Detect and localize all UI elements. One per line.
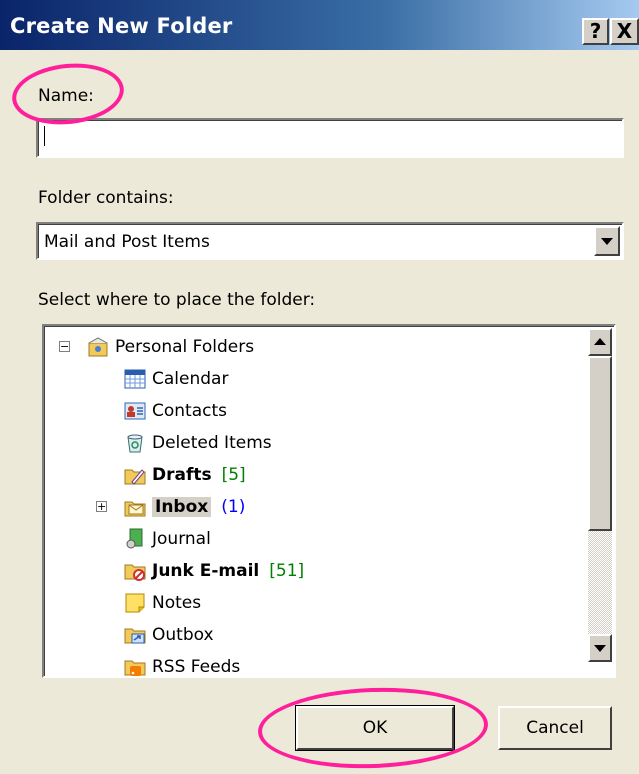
text-caret bbox=[44, 126, 45, 146]
contacts-icon bbox=[124, 400, 146, 422]
tree-item-rss-feeds[interactable]: RSS Feeds bbox=[124, 652, 240, 676]
dialog-title: Create New Folder bbox=[10, 14, 233, 38]
tree-item-label: Deleted Items bbox=[152, 433, 272, 453]
folder-contains-label: Folder contains: bbox=[38, 188, 174, 208]
tree-item-label: Drafts bbox=[152, 465, 212, 485]
tree-item-outbox[interactable]: Outbox bbox=[124, 620, 214, 650]
expand-toggle[interactable]: + bbox=[96, 501, 107, 512]
personal-folders-icon bbox=[87, 336, 109, 358]
close-icon: X bbox=[616, 19, 633, 43]
unread-count: [5] bbox=[221, 465, 246, 485]
rss-feeds-icon bbox=[124, 656, 146, 676]
tree-item-label: Calendar bbox=[152, 369, 229, 389]
help-button[interactable]: ? bbox=[582, 18, 609, 45]
chevron-up-icon bbox=[594, 338, 606, 345]
folder-contains-value: Mail and Post Items bbox=[44, 232, 210, 252]
name-input[interactable] bbox=[36, 118, 624, 158]
folder-tree[interactable]: − Personal Folders Calendar Contacts Del… bbox=[42, 324, 616, 678]
outbox-icon bbox=[124, 624, 146, 646]
folder-tree-content: − Personal Folders Calendar Contacts Del… bbox=[44, 326, 584, 676]
unread-count: (1) bbox=[221, 497, 246, 517]
tree-item-junk-email[interactable]: Junk E-mail [51] bbox=[124, 556, 304, 586]
tree-item-drafts[interactable]: Drafts [5] bbox=[124, 460, 246, 490]
close-button[interactable]: X bbox=[610, 18, 639, 45]
drafts-icon bbox=[124, 464, 146, 486]
scroll-up-button[interactable] bbox=[588, 328, 612, 356]
deleted-items-icon bbox=[124, 432, 146, 454]
annotation-circle-ok bbox=[256, 684, 490, 772]
unread-count: [51] bbox=[269, 561, 305, 581]
folder-contains-dropdown[interactable]: Mail and Post Items bbox=[36, 222, 624, 260]
tree-item-personal-folders[interactable]: Personal Folders bbox=[87, 332, 254, 362]
tree-item-label: Notes bbox=[152, 593, 202, 613]
tree-item-contacts[interactable]: Contacts bbox=[124, 396, 227, 426]
collapse-toggle[interactable]: − bbox=[59, 341, 70, 352]
tree-item-label: Junk E-mail bbox=[152, 561, 260, 581]
tree-item-calendar[interactable]: Calendar bbox=[124, 364, 228, 394]
tree-item-notes[interactable]: Notes bbox=[124, 588, 201, 618]
tree-item-label: Contacts bbox=[152, 401, 227, 421]
tree-item-deleted-items[interactable]: Deleted Items bbox=[124, 428, 272, 458]
notes-icon bbox=[124, 592, 146, 614]
title-bar: Create New Folder bbox=[0, 0, 639, 50]
junk-email-icon bbox=[124, 560, 146, 582]
dropdown-arrow-button[interactable] bbox=[594, 226, 620, 256]
chevron-down-icon bbox=[601, 238, 613, 245]
tree-item-journal[interactable]: Journal bbox=[124, 524, 211, 554]
tree-item-label: Inbox bbox=[152, 497, 212, 517]
tree-item-label: Outbox bbox=[152, 625, 214, 645]
tree-item-label: RSS Feeds bbox=[152, 657, 241, 676]
journal-icon bbox=[124, 528, 146, 550]
scroll-down-button[interactable] bbox=[588, 634, 612, 662]
place-label: Select where to place the folder: bbox=[38, 290, 316, 310]
chevron-down-icon bbox=[594, 645, 606, 652]
inbox-icon bbox=[124, 496, 146, 518]
scrollbar-thumb[interactable] bbox=[588, 356, 612, 531]
tree-item-inbox[interactable]: Inbox (1) bbox=[124, 492, 245, 522]
cancel-button[interactable]: Cancel bbox=[498, 706, 612, 750]
help-icon: ? bbox=[589, 19, 602, 43]
tree-item-label: Personal Folders bbox=[115, 337, 255, 357]
tree-item-label: Journal bbox=[152, 529, 211, 549]
calendar-icon bbox=[124, 368, 146, 390]
